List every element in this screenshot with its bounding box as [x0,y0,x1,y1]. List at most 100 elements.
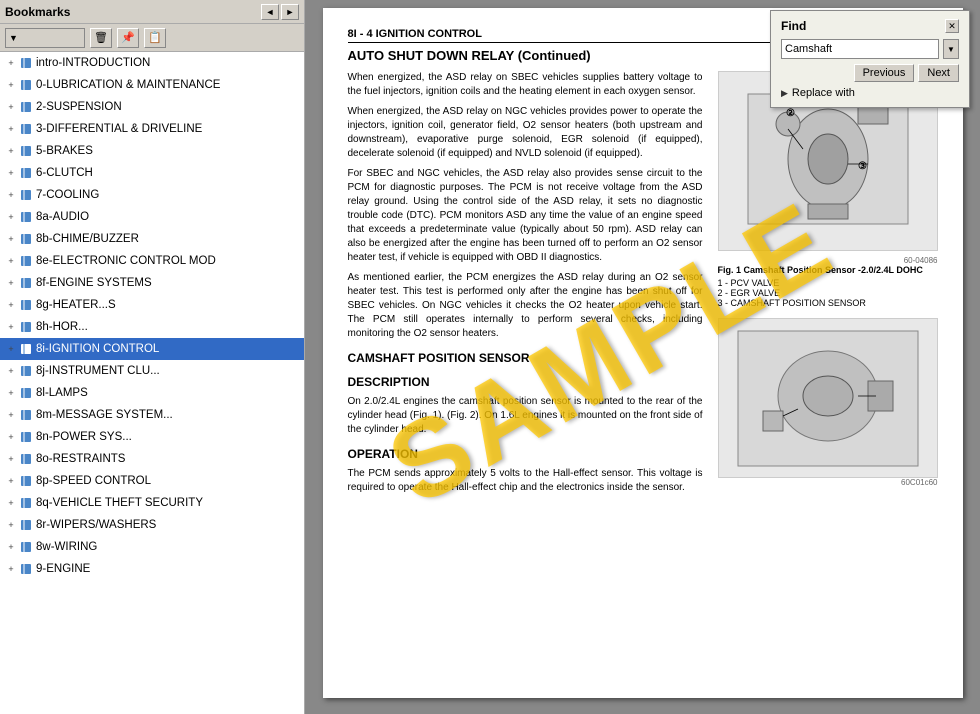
bookmark-icon [19,298,33,312]
expand-icon[interactable]: + [4,518,18,532]
description-title: DESCRIPTION [348,375,703,389]
bookmark-item[interactable]: +8f-ENGINE SYSTEMS [0,272,304,294]
expand-icon[interactable]: + [4,562,18,576]
bookmark-label: 0-LUBRICATION & MAINTENANCE [36,76,220,94]
bookmark-label: 6-CLUTCH [36,164,93,182]
bookmark-icon [19,166,33,180]
body-text-2: When energized, the ASD relay on NGC veh… [348,105,703,161]
right-column: ② ③ 60-04086 Fig. 1 Camshaft Position Se… [718,71,938,501]
expand-icon[interactable]: + [4,320,18,334]
bookmark-item[interactable]: +8q-VEHICLE THEFT SECURITY [0,492,304,514]
bookmark-icon [19,452,33,466]
bookmark-item[interactable]: +8m-MESSAGE SYSTEM... [0,404,304,426]
nav-back-button[interactable]: ◄ [261,4,279,20]
expand-icon[interactable]: + [4,474,18,488]
expand-icon[interactable]: + [4,210,18,224]
find-previous-button[interactable]: Previous [854,64,915,82]
bookmark-label: intro-INTRODUCTION [36,54,150,72]
expand-icon[interactable]: + [4,276,18,290]
find-replace-label[interactable]: Replace with [792,87,855,99]
bookmark-icon [19,188,33,202]
content-columns: When energized, the ASD relay on SBEC ve… [348,71,938,501]
svg-text:③: ③ [858,161,867,172]
find-toolbar-title: Find [781,19,806,33]
find-replace-arrow-icon: ▶ [781,88,788,99]
bookmark-item[interactable]: +8e-ELECTRONIC CONTROL MOD [0,250,304,272]
bookmark-item[interactable]: +8h-HOR... [0,316,304,338]
view-dropdown[interactable]: ▼ [5,28,85,48]
expand-icon[interactable]: + [4,408,18,422]
expand-icon[interactable]: + [4,298,18,312]
bookmark-item[interactable]: +8g-HEATER...S [0,294,304,316]
bookmark-item[interactable]: +8p-SPEED CONTROL [0,470,304,492]
bookmark-icon [19,430,33,444]
bookmark-item[interactable]: +9-ENGINE [0,558,304,580]
bookmark-label: 8b-CHIME/BUZZER [36,230,139,248]
expand-icon[interactable]: + [4,496,18,510]
page-header-left: 8I - 4 IGNITION CONTROL [348,28,482,40]
bookmark-item[interactable]: +8i-IGNITION CONTROL [0,338,304,360]
bookmark-label: 8q-VEHICLE THEFT SECURITY [36,494,203,512]
bookmark-label: 8n-POWER SYS... [36,428,132,446]
expand-icon[interactable]: + [4,232,18,246]
bookmark-item[interactable]: +8w-WIRING [0,536,304,558]
expand-icon[interactable]: + [4,188,18,202]
expand-icon[interactable]: + [4,540,18,554]
bookmark-item[interactable]: +3-DIFFERENTIAL & DRIVELINE [0,118,304,140]
find-input[interactable] [781,39,939,59]
expand-icon[interactable]: + [4,452,18,466]
bookmark-item[interactable]: +0-LUBRICATION & MAINTENANCE [0,74,304,96]
bookmark-icon [19,474,33,488]
bookmark-item[interactable]: +8a-AUDIO [0,206,304,228]
bookmark-item[interactable]: + intro-INTRODUCTION [0,52,304,74]
bookmark-icon [19,144,33,158]
find-close-button[interactable]: ✕ [945,19,959,33]
diagram-2-svg [728,321,928,476]
bookmark-item[interactable]: +8n-POWER SYS... [0,426,304,448]
bookmark-label: 8w-WIRING [36,538,97,556]
bookmark-item[interactable]: +2-SUSPENSION [0,96,304,118]
delete-bookmark-button[interactable]: 🗑 [90,28,112,48]
bookmarks-list[interactable]: + intro-INTRODUCTION +0-LUBRICATION & MAIN… [0,52,304,714]
operation-title: OPERATION [348,447,703,461]
bookmark-button[interactable]: 📌 [117,28,139,48]
bookmark-item[interactable]: +8r-WIPERS/WASHERS [0,514,304,536]
find-dropdown-button[interactable]: ▼ [943,39,959,59]
bookmark-icon [19,122,33,136]
svg-text:②: ② [786,108,795,119]
expand-icon[interactable]: + [4,56,18,70]
nav-forward-button[interactable]: ► [281,4,299,20]
expand-icon[interactable]: + [4,144,18,158]
bookmark-item[interactable]: +7-COOLING [0,184,304,206]
operation-text: The PCM sends approximately 5 volts to t… [348,467,703,495]
bookmark-icon [19,100,33,114]
expand-icon[interactable]: + [4,100,18,114]
main-content: SAMPLE 8I - 4 IGNITION CONTROL PT AUTO S… [305,0,980,714]
sidebar-nav-buttons: ◄ ► [261,4,299,20]
bookmark-label: 2-SUSPENSION [36,98,122,116]
expand-icon[interactable]: + [4,386,18,400]
expand-icon[interactable]: + [4,254,18,268]
expand-icon[interactable]: + [4,166,18,180]
expand-icon[interactable]: + [4,122,18,136]
bookmark-label: 8g-HEATER...S [36,296,116,314]
bookmark-label: 8h-HOR... [36,318,88,336]
bookmark-label: 3-DIFFERENTIAL & DRIVELINE [36,120,202,138]
expand-icon[interactable]: + [4,364,18,378]
expand-icon[interactable]: + [4,78,18,92]
bookmark-item[interactable]: +8b-CHIME/BUZZER [0,228,304,250]
bookmark-options-button[interactable]: 📋 [144,28,166,48]
engine-diagram-2 [718,318,938,478]
expand-icon[interactable]: + [4,342,18,356]
find-next-button[interactable]: Next [918,64,959,82]
bookmark-item[interactable]: +8j-INSTRUMENT CLU... [0,360,304,382]
bookmark-item[interactable]: +8o-RESTRAINTS [0,448,304,470]
bookmark-item[interactable]: +8l-LAMPS [0,382,304,404]
bookmark-item[interactable]: +5-BRAKES [0,140,304,162]
sidebar-toolbar: ▼ 🗑 📌 📋 [0,24,304,52]
bookmark-icon [19,78,33,92]
bookmark-item[interactable]: +6-CLUTCH [0,162,304,184]
find-buttons-row: Previous Next [781,64,959,82]
expand-icon[interactable]: + [4,430,18,444]
body-text-3: For SBEC and NGC vehicles, the ASD relay… [348,167,703,265]
